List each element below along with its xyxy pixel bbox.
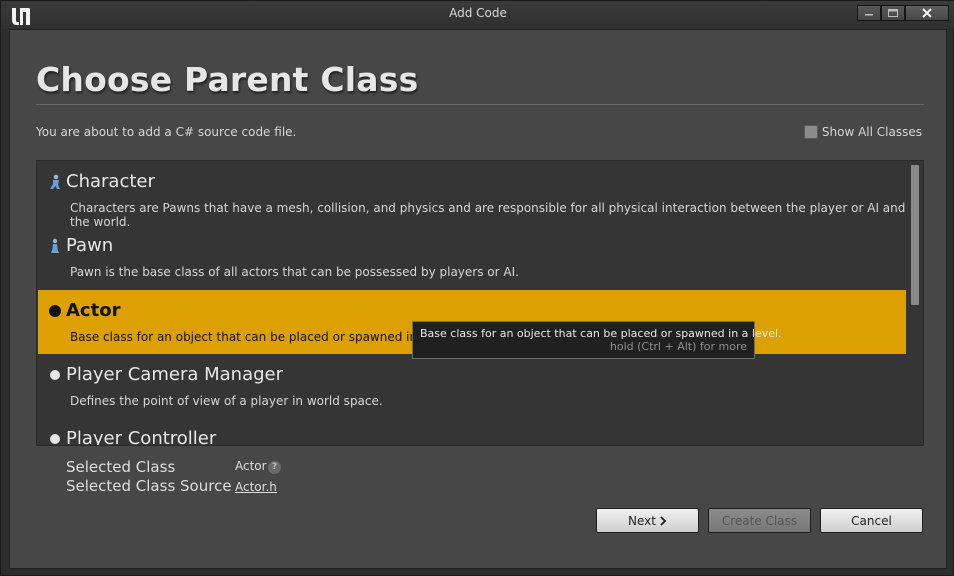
sphere-icon (50, 434, 60, 444)
show-all-classes-toggle[interactable]: Show All Classes (803, 125, 922, 139)
chevron-right-icon (660, 515, 667, 526)
class-description: Defines the point of view of a player in… (70, 394, 383, 408)
minimize-icon (865, 14, 873, 16)
class-name: Player Camera Manager (66, 364, 283, 385)
selected-class-value: Actor (235, 459, 267, 473)
heading-divider (36, 104, 924, 105)
add-code-window: Add Code Choose Parent Class You are abo… (0, 0, 954, 576)
selected-class-source-link[interactable]: Actor.h (235, 480, 277, 494)
window-title: Add Code (449, 6, 507, 20)
page-heading: Choose Parent Class (36, 60, 419, 99)
create-class-button[interactable]: Create Class (708, 508, 811, 533)
title-bar[interactable]: Add Code (1, 1, 954, 29)
selected-class-source-label: Selected Class Source (66, 477, 232, 495)
minimize-button[interactable] (857, 5, 881, 21)
class-item-player-camera-manager[interactable]: Player Camera Manager Defines the point … (38, 354, 906, 418)
parent-class-list: Character Characters are Pawns that have… (36, 160, 924, 446)
selected-class-label: Selected Class (66, 458, 176, 476)
maximize-button[interactable] (881, 5, 905, 21)
class-description: Base class for an object that can be pla… (70, 330, 465, 344)
next-button[interactable]: Next (596, 508, 699, 533)
create-class-button-label: Create Class (721, 513, 798, 528)
window-controls (857, 5, 949, 21)
cancel-button[interactable]: Cancel (820, 508, 923, 533)
class-name: Player Controller (66, 428, 217, 446)
dialog-content: Choose Parent Class You are about to add… (9, 29, 947, 569)
show-all-classes-label: Show All Classes (821, 125, 922, 139)
help-icon[interactable]: ? (268, 461, 281, 474)
close-button[interactable] (905, 5, 949, 21)
class-item-character[interactable]: Character Characters are Pawns that have… (38, 161, 906, 229)
class-item-pawn[interactable]: Pawn Pawn is the base class of all actor… (38, 225, 906, 289)
maximize-icon (888, 9, 898, 17)
class-description: Pawn is the base class of all actors tha… (70, 265, 519, 279)
show-all-classes-checkbox[interactable] (803, 125, 818, 139)
class-item-player-controller[interactable]: Player Controller (38, 418, 906, 446)
class-name: Actor (66, 300, 121, 321)
list-scrollbar[interactable] (911, 165, 919, 305)
close-icon (922, 8, 932, 18)
actor-tooltip: Base class for an object that can be pla… (412, 321, 782, 359)
character-icon (50, 174, 60, 189)
next-button-label: Next (628, 513, 656, 528)
dialog-description: You are about to add a C# source code fi… (36, 125, 297, 139)
tooltip-text: Base class for an object that can be pla… (420, 327, 782, 340)
class-name: Character (66, 171, 155, 192)
class-name: Pawn (66, 235, 114, 256)
cancel-button-label: Cancel (851, 513, 892, 528)
pawn-icon (51, 238, 59, 253)
sphere-icon (50, 370, 60, 380)
actor-icon (49, 305, 61, 317)
tooltip-hint: hold (Ctrl + Alt) for more (609, 340, 747, 353)
